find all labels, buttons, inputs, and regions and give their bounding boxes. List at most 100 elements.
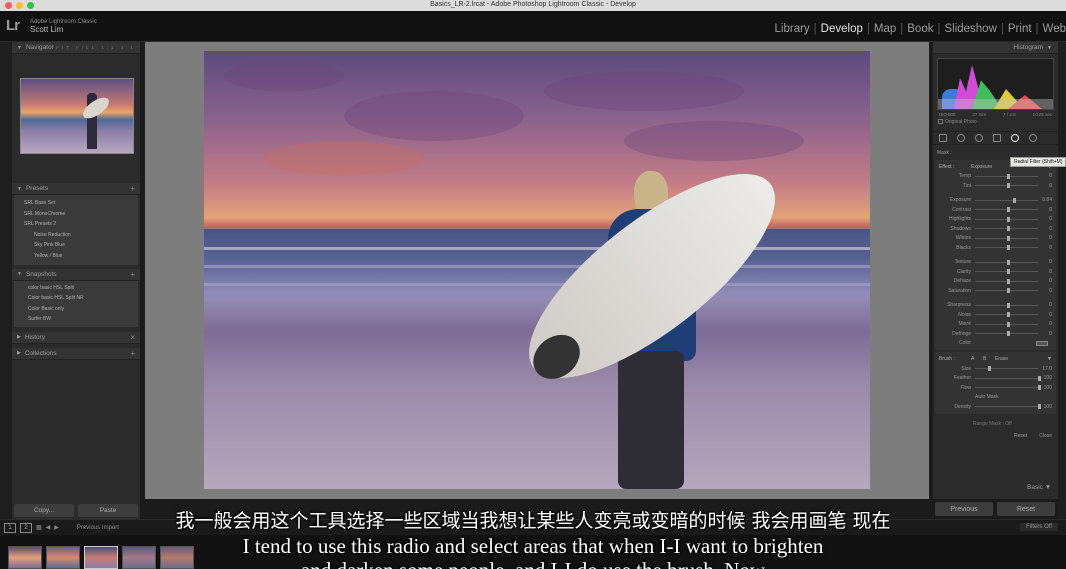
right-panel-toggle[interactable] bbox=[1058, 42, 1066, 519]
slider-value[interactable]: 0 bbox=[1038, 278, 1052, 284]
slider-track[interactable] bbox=[975, 226, 1038, 232]
slider-knob[interactable] bbox=[1006, 216, 1010, 222]
copy-settings-button[interactable]: Copy... bbox=[14, 504, 74, 517]
slider-value[interactable]: 0 bbox=[1038, 259, 1052, 265]
slider-value[interactable]: 0 bbox=[1038, 235, 1052, 241]
mask-close-button[interactable]: Close bbox=[1039, 433, 1052, 439]
brush-tab-a[interactable]: A bbox=[971, 356, 983, 362]
back-arrow-icon[interactable]: ◀ bbox=[46, 524, 51, 531]
module-map[interactable]: Map bbox=[870, 23, 900, 35]
add-collection-icon[interactable]: + bbox=[130, 349, 135, 358]
range-mask-row[interactable]: Range Mask : Off bbox=[933, 416, 1058, 432]
module-library[interactable]: Library bbox=[771, 23, 814, 35]
preset-item[interactable]: Yellow / Blue bbox=[14, 251, 138, 262]
preset-item[interactable]: Noise Reduction bbox=[14, 230, 138, 241]
slider-value[interactable]: 0.84 bbox=[1038, 197, 1052, 203]
slider-knob[interactable] bbox=[1006, 331, 1010, 337]
slider-knob[interactable] bbox=[1006, 207, 1010, 213]
slider-value[interactable]: 17.0 bbox=[1038, 366, 1052, 372]
module-web[interactable]: Web bbox=[1039, 23, 1066, 35]
original-photo-toggle[interactable]: Original Photo bbox=[933, 119, 1058, 128]
snapshots-header[interactable]: ▼ Snapshots + bbox=[12, 268, 140, 281]
page-2-button[interactable]: 2 bbox=[20, 522, 32, 533]
slider-value[interactable]: 0 bbox=[1038, 331, 1052, 337]
clear-history-icon[interactable]: × bbox=[130, 333, 135, 342]
reset-button[interactable]: Reset bbox=[997, 502, 1055, 516]
paste-settings-button[interactable]: Paste bbox=[78, 504, 138, 517]
slider-value[interactable]: 0 bbox=[1038, 245, 1052, 251]
slider-track[interactable] bbox=[975, 302, 1038, 308]
slider-knob[interactable] bbox=[1006, 278, 1010, 284]
filters-dropdown[interactable]: Filters Off bbox=[1020, 523, 1058, 531]
slider-track[interactable] bbox=[975, 216, 1038, 222]
left-panel-toggle[interactable] bbox=[0, 42, 12, 519]
preset-folder[interactable]: SRL MonoChrome bbox=[14, 209, 138, 220]
slider-track[interactable] bbox=[975, 312, 1038, 318]
navigator-zoom-options[interactable]: FIT FILL 1:1 3:1 bbox=[56, 45, 136, 50]
slider-knob[interactable] bbox=[1038, 375, 1041, 381]
slider-knob[interactable] bbox=[1006, 312, 1010, 318]
slider-knob[interactable] bbox=[1006, 183, 1010, 189]
add-preset-icon[interactable]: + bbox=[130, 184, 135, 193]
slider-value[interactable]: 0 bbox=[1038, 207, 1052, 213]
slider-knob[interactable] bbox=[987, 366, 991, 372]
adjustment-brush-icon[interactable] bbox=[1029, 134, 1037, 142]
add-snapshot-icon[interactable]: + bbox=[130, 270, 135, 279]
brush-tab-b[interactable]: B bbox=[983, 356, 995, 362]
filmstrip-thumb[interactable] bbox=[8, 546, 42, 569]
slider-track[interactable] bbox=[975, 288, 1038, 294]
slider-knob[interactable] bbox=[1038, 385, 1041, 391]
page-1-button[interactable]: 1 bbox=[4, 522, 16, 533]
slider-value[interactable]: 0 bbox=[1038, 183, 1052, 189]
main-photo[interactable] bbox=[204, 51, 870, 489]
previous-button[interactable]: Previous bbox=[935, 502, 993, 516]
history-header[interactable]: ▶ History × bbox=[12, 331, 140, 344]
filmstrip-source[interactable]: Previous Import bbox=[77, 525, 119, 531]
histogram[interactable] bbox=[937, 58, 1054, 110]
slider-knob[interactable] bbox=[1012, 197, 1016, 203]
slider-knob[interactable] bbox=[1006, 288, 1010, 294]
snapshot-item[interactable]: Color Basic only bbox=[14, 304, 138, 315]
chevron-down-icon[interactable]: ▼ bbox=[1047, 356, 1052, 362]
slider-value[interactable]: 0 bbox=[1038, 269, 1052, 275]
checkbox-icon[interactable] bbox=[938, 119, 943, 125]
slider-track[interactable] bbox=[975, 269, 1038, 275]
basic-panel-header[interactable]: Basic ▼ bbox=[1027, 484, 1051, 491]
filmstrip-thumb-selected[interactable] bbox=[84, 546, 118, 569]
graduated-filter-icon[interactable] bbox=[993, 134, 1001, 142]
auto-mask-row[interactable]: Auto Mask bbox=[939, 393, 1052, 403]
slider-value[interactable]: 0 bbox=[1038, 173, 1052, 179]
preset-item[interactable]: Sky Pink Blue bbox=[14, 240, 138, 251]
color-swatch[interactable] bbox=[1036, 340, 1048, 346]
presets-header[interactable]: ▼ Presets + bbox=[12, 183, 140, 195]
brush-tab-erase[interactable]: Erase bbox=[995, 356, 1047, 362]
preset-folder[interactable]: SRL Presets 2 bbox=[14, 219, 138, 230]
red-eye-tool-icon[interactable] bbox=[975, 134, 983, 142]
slider-track[interactable] bbox=[975, 173, 1038, 179]
slider-knob[interactable] bbox=[1038, 404, 1041, 410]
forward-arrow-icon[interactable]: ▶ bbox=[54, 524, 59, 531]
snapshot-item[interactable]: Color basic HSL Split NR bbox=[14, 293, 138, 304]
slider-track[interactable] bbox=[975, 404, 1041, 410]
slider-value[interactable]: 0 bbox=[1038, 302, 1052, 308]
slider-knob[interactable] bbox=[1006, 321, 1010, 327]
preset-folder[interactable]: SRL Base Set bbox=[14, 198, 138, 209]
slider-knob[interactable] bbox=[1006, 226, 1010, 232]
slider-value[interactable]: 0 bbox=[1038, 312, 1052, 318]
slider-knob[interactable] bbox=[1006, 302, 1010, 308]
histogram-header[interactable]: Histogram ▼ bbox=[933, 42, 1058, 54]
filmstrip-thumb[interactable] bbox=[160, 546, 194, 569]
module-develop[interactable]: Develop bbox=[817, 23, 867, 35]
slider-track[interactable] bbox=[975, 245, 1038, 251]
slider-track[interactable] bbox=[975, 207, 1038, 213]
crop-tool-icon[interactable] bbox=[939, 134, 947, 142]
slider-track[interactable] bbox=[975, 321, 1038, 327]
slider-knob[interactable] bbox=[1006, 173, 1010, 179]
slider-track[interactable] bbox=[975, 375, 1041, 381]
spot-removal-tool-icon[interactable] bbox=[957, 134, 965, 142]
navigator-header[interactable]: ▼ Navigator FIT FILL 1:1 3:1 bbox=[12, 42, 140, 54]
slider-knob[interactable] bbox=[1006, 259, 1010, 265]
mask-reset-button[interactable]: Reset bbox=[1014, 433, 1027, 439]
slider-track[interactable] bbox=[975, 259, 1038, 265]
module-book[interactable]: Book bbox=[903, 23, 937, 35]
